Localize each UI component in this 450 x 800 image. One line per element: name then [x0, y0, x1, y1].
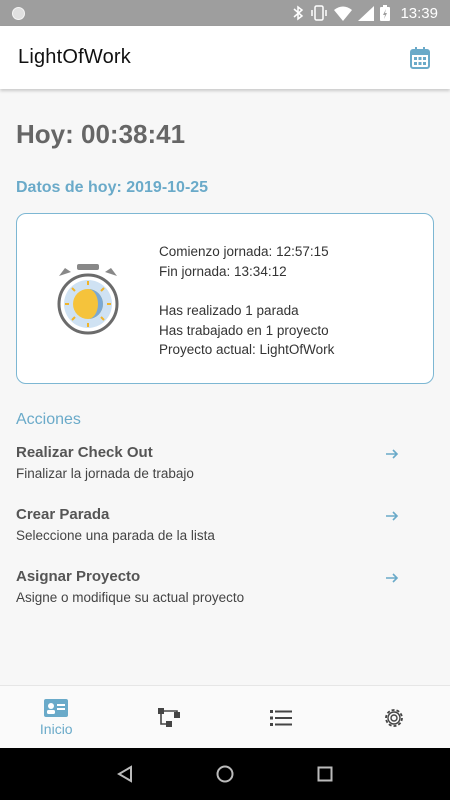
action-assign-project[interactable]: Asignar Proyecto Asigne o modifique su a… — [0, 568, 450, 620]
battery-charging-icon — [380, 5, 391, 21]
wifi-icon — [334, 6, 353, 21]
action-check-out[interactable]: Realizar Check Out Finalizar la jornada … — [0, 444, 450, 496]
action-title: Realizar Check Out — [16, 444, 153, 461]
back-button[interactable] — [116, 765, 133, 783]
summary-line: Fin jornada: 13:34:12 — [159, 263, 287, 279]
today-data-heading: Datos de hoy: 2019-10-25 — [16, 179, 209, 196]
action-subtitle: Seleccione una parada de la lista — [16, 528, 215, 543]
back-triangle-icon — [116, 765, 132, 783]
calendar-icon — [410, 46, 430, 69]
status-time: 13:39 — [400, 4, 438, 22]
list-icon — [270, 709, 293, 726]
summary-line: Has trabajado en 1 proyecto — [159, 322, 329, 338]
arrow-right-icon[interactable] — [384, 446, 400, 462]
arrow-right-icon[interactable] — [384, 570, 400, 586]
nav-item-list[interactable] — [225, 686, 338, 749]
arrow-right-icon[interactable] — [384, 508, 400, 524]
bottom-nav: Inicio — [0, 685, 450, 748]
stopwatch-sun-icon — [57, 264, 119, 335]
main-content: Hoy: 00:38:41 Datos de hoy: 2019-10-25 C… — [0, 89, 450, 685]
vibrate-icon — [311, 5, 328, 21]
notification-dot-icon — [12, 6, 25, 20]
action-subtitle: Finalizar la jornada de trabajo — [16, 466, 194, 481]
actions-heading: Acciones — [16, 411, 81, 428]
recents-square-icon — [317, 766, 333, 782]
status-icons: 13:39 — [292, 5, 438, 22]
id-card-icon — [44, 698, 69, 717]
system-nav-bar — [0, 748, 450, 800]
summary-lines: Comienzo jornada: 12:57:15 Fin jornada: … — [159, 242, 334, 360]
action-title: Asignar Proyecto — [16, 568, 141, 585]
action-create-stop[interactable]: Crear Parada Seleccione una parada de la… — [0, 506, 450, 558]
action-subtitle: Asigne o modifique su actual proyecto — [16, 590, 245, 605]
summary-line: Comienzo jornada: 12:57:15 — [159, 244, 329, 259]
calendar-button[interactable] — [408, 46, 432, 70]
recents-button[interactable] — [317, 766, 333, 782]
gear-icon — [384, 708, 403, 727]
status-bar: 13:39 — [0, 0, 450, 26]
summary-line: Proyecto actual: LightOfWork — [159, 342, 335, 357]
nav-item-projects[interactable] — [113, 686, 226, 749]
nav-label-inicio: Inicio — [39, 720, 73, 737]
app-title: LightOfWork — [18, 46, 131, 68]
summary-line: Has realizado 1 parada — [159, 303, 299, 318]
app-bar: LightOfWork — [0, 26, 450, 89]
hierarchy-icon — [157, 707, 180, 727]
summary-card: Comienzo jornada: 12:57:15 Fin jornada: … — [16, 213, 434, 384]
home-button[interactable] — [216, 765, 234, 783]
bluetooth-icon — [293, 5, 304, 21]
nav-item-settings[interactable] — [338, 686, 450, 749]
signal-icon — [358, 5, 375, 21]
action-title: Crear Parada — [16, 506, 110, 523]
nav-item-inicio[interactable]: Inicio — [0, 686, 113, 749]
home-circle-icon — [216, 765, 234, 783]
today-counter: Hoy: 00:38:41 — [16, 119, 186, 149]
